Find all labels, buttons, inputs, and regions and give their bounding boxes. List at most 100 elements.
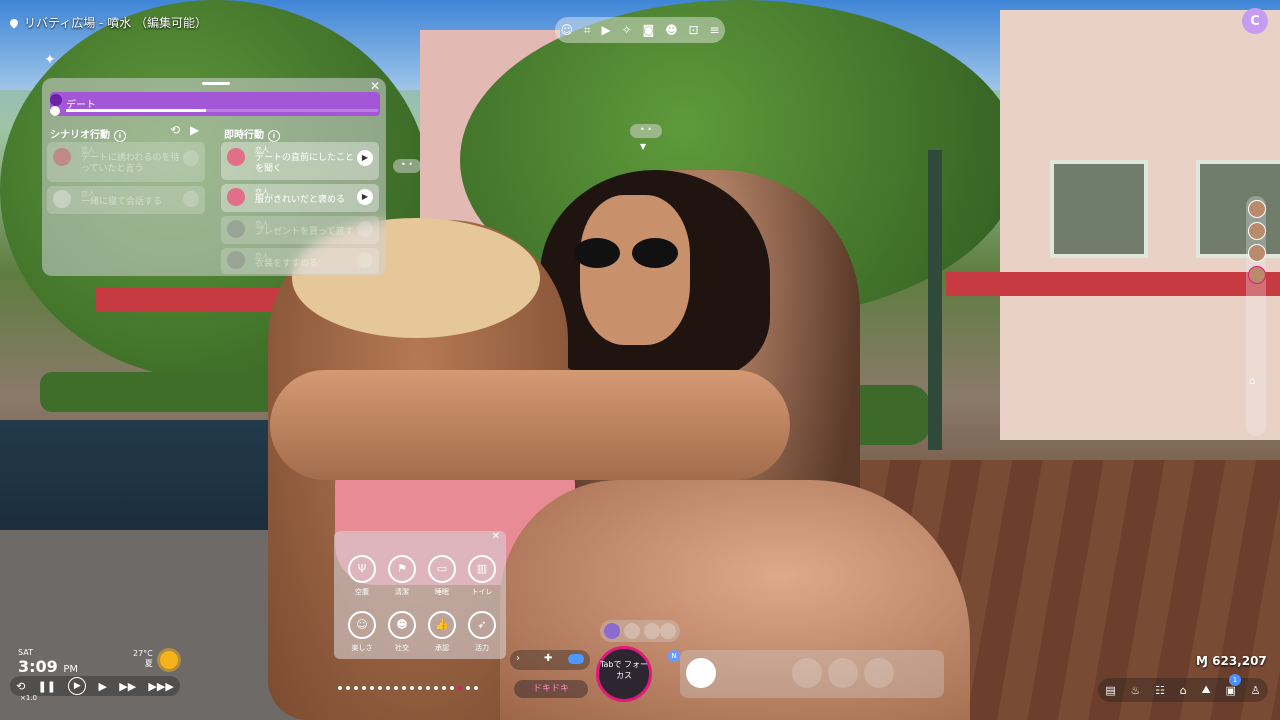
action-slot[interactable] xyxy=(828,658,858,688)
need-social[interactable]: ☻ 社交 xyxy=(382,611,422,653)
action-slot[interactable] xyxy=(686,658,716,688)
need-hunger[interactable]: Ψ 空腹 xyxy=(342,555,382,597)
current-activity-bar: デート xyxy=(50,92,380,116)
chevron-down-icon[interactable]: ▼ xyxy=(640,142,646,151)
queued-action[interactable] xyxy=(604,623,620,639)
queue-slot xyxy=(660,623,676,639)
mood-badge[interactable]: ドキドキ xyxy=(514,680,588,698)
activity-panel: ✕ デート シナリオ行動 i ⟲ ▶ 即時行動 i 恋人 デートに誘われるのを待って… xyxy=(42,78,386,276)
action-slot[interactable] xyxy=(864,658,894,688)
speed-multiplier: ×1.0 xyxy=(20,694,37,702)
panel-more-dots[interactable]: • • xyxy=(393,159,421,173)
lover-icon xyxy=(53,148,71,166)
instant-card[interactable]: 恋人 プレゼントを買って渡す xyxy=(221,216,379,244)
toggle-switch[interactable] xyxy=(568,654,584,664)
history-icon[interactable]: ⟲ xyxy=(170,123,180,137)
need-approval[interactable]: 👍 承認 xyxy=(422,611,462,653)
scenario-card[interactable]: 恋人 一緒に寝て会話する xyxy=(47,186,205,214)
lover-icon xyxy=(227,148,245,166)
play-button[interactable]: ▶ xyxy=(357,189,373,205)
panel-grip[interactable] xyxy=(202,82,230,85)
need-energy[interactable]: ➶ 活力 xyxy=(462,611,502,653)
pause-icon[interactable]: ❚❚ xyxy=(38,680,56,693)
instant-card[interactable]: 恋人 衣装をすすめる xyxy=(221,248,379,274)
center-more-dots[interactable]: • • xyxy=(630,124,662,138)
build-icon[interactable]: ⌂ xyxy=(1180,684,1187,697)
sim-portrait-active[interactable] xyxy=(1248,266,1266,284)
info-icon[interactable]: i xyxy=(114,130,126,142)
new-badge: N xyxy=(668,650,680,662)
play-button[interactable]: ▶ xyxy=(357,150,373,166)
family-icon[interactable]: ♙ xyxy=(1251,684,1261,697)
ultra-speed-icon[interactable]: ▶▶▶ xyxy=(148,680,173,693)
emote-icon[interactable]: ☺ xyxy=(560,23,573,37)
video-icon[interactable]: ▶ xyxy=(602,23,611,37)
pin-icon xyxy=(8,16,20,29)
speed-controls: ⟲ ❚❚ ▶ ▶ ▶▶ ▶▶▶ xyxy=(10,676,180,696)
mood-toggle[interactable]: › ✚ xyxy=(510,650,590,670)
instant-header: 即時行動 i xyxy=(224,126,280,142)
timer-icon xyxy=(50,106,60,116)
queue-slot xyxy=(644,623,660,639)
action-queue-top xyxy=(600,620,680,642)
need-sleep[interactable]: ▭ 睡眠 xyxy=(422,555,462,597)
person-icon xyxy=(227,251,245,269)
toilet-icon: ▥ xyxy=(468,555,496,583)
play-button[interactable] xyxy=(357,252,373,268)
sim-portrait[interactable] xyxy=(1248,244,1266,262)
chevron-right-icon[interactable]: › xyxy=(516,653,520,664)
sparkle-icon[interactable]: ✧ xyxy=(622,23,632,37)
location-label[interactable]: リバティ広場 - 噴水 （編集可能） xyxy=(8,14,207,31)
gallery-icon[interactable]: ⌗ xyxy=(584,23,591,38)
user-avatar[interactable]: C xyxy=(1242,8,1268,34)
info-icon[interactable]: i xyxy=(268,130,280,142)
tasks-icon[interactable]: ☷ xyxy=(1155,684,1165,697)
building-right xyxy=(1000,10,1280,440)
sim-portrait[interactable] xyxy=(1248,222,1266,240)
thumbs-up-icon: 👍 xyxy=(428,611,456,639)
action-slot[interactable] xyxy=(792,658,822,688)
day-label: SAT xyxy=(18,648,33,657)
play-button[interactable] xyxy=(357,221,373,237)
sun-icon xyxy=(160,651,178,669)
menu-icon[interactable]: ≡ xyxy=(709,23,719,37)
close-icon[interactable]: ✕ xyxy=(370,79,380,93)
character-b-face xyxy=(580,195,690,345)
close-icon[interactable]: ✕ xyxy=(492,531,500,542)
play-icon[interactable]: ▶ xyxy=(68,677,87,695)
map-icon[interactable]: ⛰ xyxy=(1202,683,1211,697)
temperature: 27°C xyxy=(133,649,153,658)
game-clock: SAT 3:09 PM xyxy=(18,648,78,676)
activity-icon xyxy=(50,94,62,106)
face-icon[interactable]: ☻ xyxy=(665,23,678,37)
fast-forward-icon[interactable]: ▶▶ xyxy=(119,680,136,693)
need-fun[interactable]: ☺ 楽しさ xyxy=(342,611,382,653)
capture-icon[interactable]: ⊡ xyxy=(689,23,699,37)
sunglasses xyxy=(572,238,682,270)
sim-portrait[interactable] xyxy=(1248,200,1266,218)
play-button[interactable] xyxy=(183,191,199,207)
instant-card[interactable]: 恋人 デートの直前にしたことを聞く ▶ xyxy=(221,142,379,180)
people-icon: ☻ xyxy=(388,611,416,639)
play-button[interactable] xyxy=(183,150,199,166)
bottom-right-menu: ▤ ♨ ☷ ⌂ ⛰ ▣ ♙ xyxy=(1098,678,1268,702)
play-icon[interactable]: ▶ xyxy=(99,680,107,693)
activity-progress xyxy=(66,109,378,112)
play-icon[interactable]: ▶ xyxy=(190,123,199,137)
run-icon: ➶ xyxy=(468,611,496,639)
focus-button[interactable]: Tabで フォーカス xyxy=(596,646,652,702)
career-icon[interactable]: ♨ xyxy=(1131,684,1141,697)
party-icon[interactable]: ✦ xyxy=(44,52,56,68)
need-bladder[interactable]: ▥ トイレ xyxy=(462,555,502,597)
camera-icon[interactable]: ◙ xyxy=(643,23,655,37)
gamepad-icon: ✚ xyxy=(544,653,553,664)
mood-text: ドキドキ xyxy=(532,684,569,694)
need-hygiene[interactable]: ⚑ 清潔 xyxy=(382,555,422,597)
time-label: 3:09 xyxy=(18,657,58,676)
scenario-card[interactable]: 恋人 デートに誘われるのを待っていたと言う xyxy=(47,142,205,182)
home-icon[interactable]: ⌂ xyxy=(1249,374,1256,387)
lamp-pole xyxy=(928,150,942,450)
rewind-icon[interactable]: ⟲ xyxy=(16,680,25,693)
instant-card[interactable]: 恋人 服がきれいだと褒める ▶ xyxy=(221,184,379,212)
book-icon[interactable]: ▤ xyxy=(1105,684,1115,697)
